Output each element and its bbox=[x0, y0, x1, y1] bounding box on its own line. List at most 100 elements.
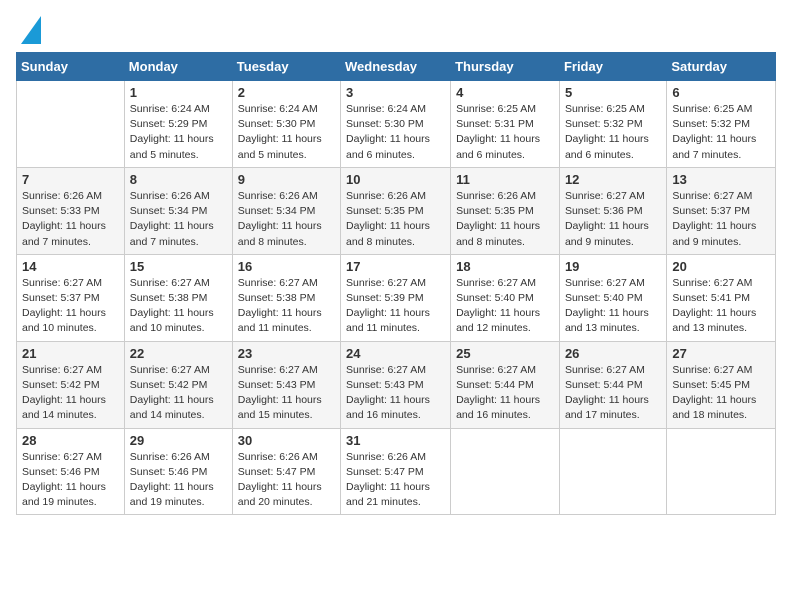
day-info: Sunrise: 6:27 AM Sunset: 5:40 PM Dayligh… bbox=[565, 276, 661, 337]
calendar-cell: 11 Sunrise: 6:26 AM Sunset: 5:35 PM Dayli… bbox=[451, 167, 560, 254]
calendar-cell: 20 Sunrise: 6:27 AM Sunset: 5:41 PM Dayli… bbox=[667, 254, 776, 341]
day-header-thursday: Thursday bbox=[451, 53, 560, 81]
day-number: 3 bbox=[346, 85, 445, 100]
day-header-monday: Monday bbox=[124, 53, 232, 81]
day-info: Sunrise: 6:27 AM Sunset: 5:37 PM Dayligh… bbox=[22, 276, 119, 337]
calendar-cell: 25 Sunrise: 6:27 AM Sunset: 5:44 PM Dayli… bbox=[451, 341, 560, 428]
day-number: 10 bbox=[346, 172, 445, 187]
day-number: 4 bbox=[456, 85, 554, 100]
week-row-2: 7 Sunrise: 6:26 AM Sunset: 5:33 PM Daylig… bbox=[17, 167, 776, 254]
day-number: 28 bbox=[22, 433, 119, 448]
page-header bbox=[16, 16, 776, 44]
day-number: 2 bbox=[238, 85, 335, 100]
day-info: Sunrise: 6:27 AM Sunset: 5:39 PM Dayligh… bbox=[346, 276, 445, 337]
calendar-cell: 5Sunrise: 6:25 AM Sunset: 5:32 PM Daylig… bbox=[559, 81, 666, 168]
day-number: 1 bbox=[130, 85, 227, 100]
week-row-3: 14 Sunrise: 6:27 AM Sunset: 5:37 PM Dayli… bbox=[17, 254, 776, 341]
calendar-cell: 10 Sunrise: 6:26 AM Sunset: 5:35 PM Dayli… bbox=[341, 167, 451, 254]
day-number: 6 bbox=[672, 85, 770, 100]
day-info: Sunrise: 6:27 AM Sunset: 5:38 PM Dayligh… bbox=[130, 276, 227, 337]
calendar-cell: 4 Sunrise: 6:25 AM Sunset: 5:31 PM Daylig… bbox=[451, 81, 560, 168]
calendar-cell: 15Sunrise: 6:27 AM Sunset: 5:38 PM Dayli… bbox=[124, 254, 232, 341]
calendar-cell: 28 Sunrise: 6:27 AM Sunset: 5:46 PM Dayli… bbox=[17, 428, 125, 515]
week-row-1: 1 Sunrise: 6:24 AM Sunset: 5:29 PM Daylig… bbox=[17, 81, 776, 168]
day-info: Sunrise: 6:27 AM Sunset: 5:44 PM Dayligh… bbox=[456, 363, 554, 424]
day-number: 18 bbox=[456, 259, 554, 274]
day-info: Sunrise: 6:27 AM Sunset: 5:43 PM Dayligh… bbox=[238, 363, 335, 424]
day-number: 17 bbox=[346, 259, 445, 274]
calendar-cell: 21Sunrise: 6:27 AM Sunset: 5:42 PM Dayli… bbox=[17, 341, 125, 428]
day-header-wednesday: Wednesday bbox=[341, 53, 451, 81]
day-info: Sunrise: 6:27 AM Sunset: 5:40 PM Dayligh… bbox=[456, 276, 554, 337]
calendar-cell: 2Sunrise: 6:24 AM Sunset: 5:30 PM Daylig… bbox=[232, 81, 340, 168]
day-info: Sunrise: 6:27 AM Sunset: 5:41 PM Dayligh… bbox=[672, 276, 770, 337]
day-info: Sunrise: 6:26 AM Sunset: 5:34 PM Dayligh… bbox=[238, 189, 335, 250]
day-number: 9 bbox=[238, 172, 335, 187]
calendar-cell: 30Sunrise: 6:26 AM Sunset: 5:47 PM Dayli… bbox=[232, 428, 340, 515]
calendar-cell: 6Sunrise: 6:25 AM Sunset: 5:32 PM Daylig… bbox=[667, 81, 776, 168]
day-number: 14 bbox=[22, 259, 119, 274]
day-header-saturday: Saturday bbox=[667, 53, 776, 81]
day-header-sunday: Sunday bbox=[17, 53, 125, 81]
day-number: 8 bbox=[130, 172, 227, 187]
calendar-cell: 13 Sunrise: 6:27 AM Sunset: 5:37 PM Dayli… bbox=[667, 167, 776, 254]
calendar-cell: 14 Sunrise: 6:27 AM Sunset: 5:37 PM Dayli… bbox=[17, 254, 125, 341]
day-info: Sunrise: 6:27 AM Sunset: 5:42 PM Dayligh… bbox=[130, 363, 227, 424]
day-info: Sunrise: 6:26 AM Sunset: 5:46 PM Dayligh… bbox=[130, 450, 227, 511]
calendar-cell: 12Sunrise: 6:27 AM Sunset: 5:36 PM Dayli… bbox=[559, 167, 666, 254]
day-header-friday: Friday bbox=[559, 53, 666, 81]
day-info: Sunrise: 6:26 AM Sunset: 5:35 PM Dayligh… bbox=[456, 189, 554, 250]
day-info: Sunrise: 6:27 AM Sunset: 5:46 PM Dayligh… bbox=[22, 450, 119, 511]
day-info: Sunrise: 6:26 AM Sunset: 5:35 PM Dayligh… bbox=[346, 189, 445, 250]
day-number: 27 bbox=[672, 346, 770, 361]
calendar-cell: 18 Sunrise: 6:27 AM Sunset: 5:40 PM Dayli… bbox=[451, 254, 560, 341]
day-info: Sunrise: 6:27 AM Sunset: 5:44 PM Dayligh… bbox=[565, 363, 661, 424]
week-row-4: 21Sunrise: 6:27 AM Sunset: 5:42 PM Dayli… bbox=[17, 341, 776, 428]
day-header-tuesday: Tuesday bbox=[232, 53, 340, 81]
calendar-cell: 27 Sunrise: 6:27 AM Sunset: 5:45 PM Dayli… bbox=[667, 341, 776, 428]
day-number: 13 bbox=[672, 172, 770, 187]
logo-arrow-icon bbox=[21, 16, 41, 44]
calendar-cell: 29 Sunrise: 6:26 AM Sunset: 5:46 PM Dayli… bbox=[124, 428, 232, 515]
calendar-cell: 17 Sunrise: 6:27 AM Sunset: 5:39 PM Dayli… bbox=[341, 254, 451, 341]
calendar-cell: 19 Sunrise: 6:27 AM Sunset: 5:40 PM Dayli… bbox=[559, 254, 666, 341]
calendar-cell: 16Sunrise: 6:27 AM Sunset: 5:38 PM Dayli… bbox=[232, 254, 340, 341]
calendar-cell: 1 Sunrise: 6:24 AM Sunset: 5:29 PM Daylig… bbox=[124, 81, 232, 168]
day-number: 11 bbox=[456, 172, 554, 187]
day-info: Sunrise: 6:27 AM Sunset: 5:36 PM Dayligh… bbox=[565, 189, 661, 250]
day-number: 25 bbox=[456, 346, 554, 361]
calendar-cell: 26 Sunrise: 6:27 AM Sunset: 5:44 PM Dayli… bbox=[559, 341, 666, 428]
calendar-cell bbox=[451, 428, 560, 515]
day-number: 16 bbox=[238, 259, 335, 274]
calendar-cell: 24Sunrise: 6:27 AM Sunset: 5:43 PM Dayli… bbox=[341, 341, 451, 428]
day-info: Sunrise: 6:25 AM Sunset: 5:31 PM Dayligh… bbox=[456, 102, 554, 163]
day-number: 26 bbox=[565, 346, 661, 361]
day-number: 23 bbox=[238, 346, 335, 361]
day-info: Sunrise: 6:27 AM Sunset: 5:37 PM Dayligh… bbox=[672, 189, 770, 250]
day-info: Sunrise: 6:27 AM Sunset: 5:42 PM Dayligh… bbox=[22, 363, 119, 424]
day-info: Sunrise: 6:26 AM Sunset: 5:34 PM Dayligh… bbox=[130, 189, 227, 250]
calendar-cell: 22 Sunrise: 6:27 AM Sunset: 5:42 PM Dayli… bbox=[124, 341, 232, 428]
day-info: Sunrise: 6:24 AM Sunset: 5:29 PM Dayligh… bbox=[130, 102, 227, 163]
day-info: Sunrise: 6:27 AM Sunset: 5:43 PM Dayligh… bbox=[346, 363, 445, 424]
calendar-cell: 7 Sunrise: 6:26 AM Sunset: 5:33 PM Daylig… bbox=[17, 167, 125, 254]
day-info: Sunrise: 6:27 AM Sunset: 5:45 PM Dayligh… bbox=[672, 363, 770, 424]
calendar-cell bbox=[667, 428, 776, 515]
calendar-cell: 23 Sunrise: 6:27 AM Sunset: 5:43 PM Dayli… bbox=[232, 341, 340, 428]
day-number: 29 bbox=[130, 433, 227, 448]
day-info: Sunrise: 6:25 AM Sunset: 5:32 PM Dayligh… bbox=[565, 102, 661, 163]
day-number: 19 bbox=[565, 259, 661, 274]
logo bbox=[16, 16, 41, 44]
day-number: 31 bbox=[346, 433, 445, 448]
calendar-cell: 9 Sunrise: 6:26 AM Sunset: 5:34 PM Daylig… bbox=[232, 167, 340, 254]
day-number: 22 bbox=[130, 346, 227, 361]
day-info: Sunrise: 6:26 AM Sunset: 5:47 PM Dayligh… bbox=[346, 450, 445, 511]
day-info: Sunrise: 6:26 AM Sunset: 5:33 PM Dayligh… bbox=[22, 189, 119, 250]
calendar-table: SundayMondayTuesdayWednesdayThursdayFrid… bbox=[16, 52, 776, 515]
day-number: 7 bbox=[22, 172, 119, 187]
day-number: 20 bbox=[672, 259, 770, 274]
calendar-cell: 8 Sunrise: 6:26 AM Sunset: 5:34 PM Daylig… bbox=[124, 167, 232, 254]
day-info: Sunrise: 6:26 AM Sunset: 5:47 PM Dayligh… bbox=[238, 450, 335, 511]
calendar-cell bbox=[17, 81, 125, 168]
day-info: Sunrise: 6:24 AM Sunset: 5:30 PM Dayligh… bbox=[346, 102, 445, 163]
